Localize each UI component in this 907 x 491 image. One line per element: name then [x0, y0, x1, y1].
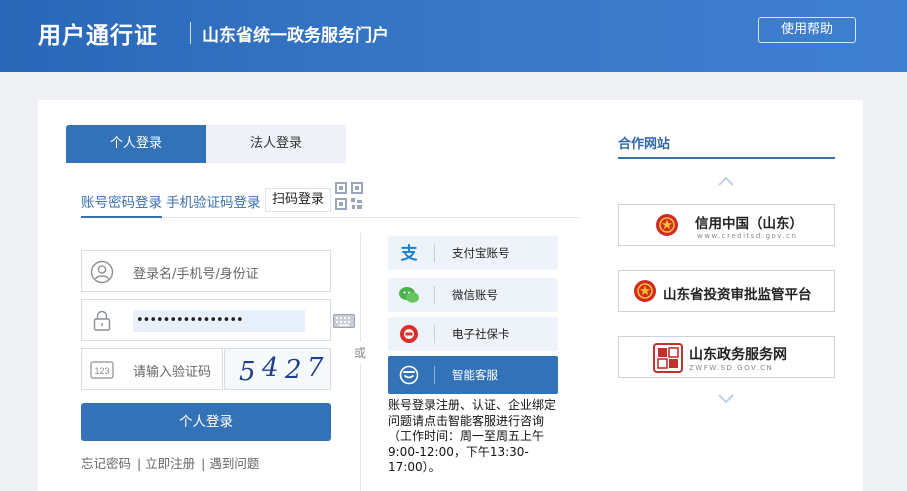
partners-underline [618, 157, 835, 159]
alipay-login-button[interactable]: 支 支付宝账号 [388, 236, 558, 270]
personal-login-button[interactable]: 个人登录 [81, 403, 331, 441]
captcha-digit: 7 [307, 353, 324, 383]
help-button[interactable]: 使用帮助 [758, 17, 856, 43]
help-links: 忘记密码 | 立即注册 | 遇到问题 [81, 453, 261, 472]
user-icon [90, 260, 114, 284]
social-security-card-label: 电子社保卡 [452, 327, 510, 341]
captcha-input[interactable]: 请输入验证码 [133, 361, 211, 380]
captcha-digit: 2 [285, 355, 302, 385]
partner-credit-china-shandong[interactable]: 信用中国（山东） www.creditsd.gov.cn [618, 204, 835, 246]
alipay-label: 支付宝账号 [452, 246, 510, 260]
password-value: •••••••••••••••• [136, 313, 244, 328]
partner-url: ZWFW.SD.GOV.CN [689, 364, 774, 372]
login-card: 个人登录 法人登录 账号密码登录 手机验证码登录 扫码登录 登录名/手机号/身份… [38, 100, 863, 491]
tab-sms-login[interactable]: 手机验证码登录 [166, 191, 261, 211]
wechat-label: 微信账号 [452, 288, 498, 302]
register-link[interactable]: | 立即注册 [137, 456, 195, 471]
customer-service-label: 智能客服 [452, 368, 498, 382]
social-security-card-icon [400, 325, 418, 343]
service-notice: 账号登录注册、认证、企业绑定问题请点击智能客服进行咨询（工作时间：周一至周五上午… [388, 398, 557, 474]
tab-qr-login[interactable]: 扫码登录 [265, 188, 332, 212]
chevron-down-icon[interactable] [717, 394, 735, 404]
partner-investment-platform[interactable]: 山东省投资审批监管平台 [618, 270, 835, 312]
alt-divider [434, 325, 435, 343]
partner-name: 山东省投资审批监管平台 [663, 287, 812, 303]
username-input[interactable]: 登录名/手机号/身份证 [133, 263, 259, 282]
national-emblem-icon [634, 280, 656, 302]
username-field[interactable]: 登录名/手机号/身份证 [81, 250, 331, 292]
password-field[interactable]: •••••••••••••••• [81, 299, 355, 341]
customer-service-icon [399, 365, 419, 385]
svg-text:123: 123 [94, 366, 109, 376]
alt-divider [434, 286, 435, 304]
chevron-up-icon[interactable] [717, 176, 735, 186]
portal-subtitle: 山东省统一政务服务门户 [202, 26, 389, 46]
login-method-tabs: 账号密码登录 手机验证码登录 扫码登录 [81, 182, 579, 218]
qr-code-icon[interactable] [335, 182, 363, 210]
captcha-field[interactable]: 123 请输入验证码 [81, 348, 223, 390]
alt-divider [434, 244, 435, 262]
forgot-password-link[interactable]: 忘记密码 [81, 456, 131, 471]
wechat-icon [399, 287, 419, 303]
password-input[interactable]: •••••••••••••••• [133, 310, 355, 332]
wechat-login-button[interactable]: 微信账号 [388, 278, 558, 312]
seal-logo-icon [653, 343, 683, 373]
tab-legal-person-login[interactable]: 法人登录 [206, 125, 346, 163]
partner-name: 山东政务服务网 [689, 347, 787, 363]
keyboard-icon[interactable] [333, 314, 355, 328]
partners-title: 合作网站 [618, 137, 671, 152]
partner-url: www.creditsd.gov.cn [697, 232, 798, 240]
svg-text:支: 支 [401, 243, 419, 263]
or-label: 或 [354, 342, 367, 363]
captcha-digit: 4 [262, 353, 279, 383]
login-type-tabs: 个人登录 法人登录 [66, 125, 346, 163]
lock-icon [93, 310, 111, 331]
alt-divider [434, 366, 435, 384]
problem-link[interactable]: | 遇到问题 [201, 456, 259, 471]
header-bar: 用户通行证 山东省统一政务服务门户 使用帮助 [0, 0, 907, 72]
alipay-icon: 支 [401, 243, 419, 263]
captcha-digit: 5 [239, 357, 256, 387]
social-security-card-login-button[interactable]: 电子社保卡 [388, 317, 558, 351]
tab-password-login[interactable]: 账号密码登录 [81, 191, 162, 218]
page-title: 用户通行证 [38, 23, 158, 49]
captcha-image[interactable]: 5 4 2 7 [224, 348, 331, 390]
tab-personal-login[interactable]: 个人登录 [66, 125, 206, 163]
national-emblem-icon [656, 214, 678, 236]
customer-service-button[interactable]: 智能客服 [388, 356, 558, 394]
header-divider [190, 22, 191, 44]
captcha-123-icon: 123 [90, 361, 114, 379]
partner-name: 信用中国（山东） [695, 216, 803, 232]
partner-shandong-government-services[interactable]: 山东政务服务网 ZWFW.SD.GOV.CN [618, 336, 835, 378]
